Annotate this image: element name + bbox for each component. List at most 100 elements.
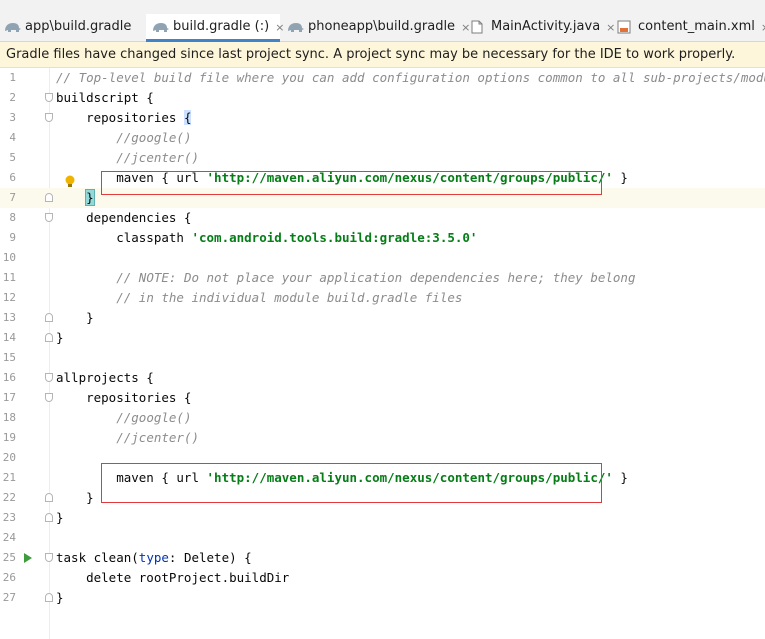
code-text: //jcenter() xyxy=(116,150,200,165)
code-line[interactable]: 3 repositories { xyxy=(0,108,765,128)
fold-marker-icon[interactable] xyxy=(45,113,53,122)
code-text: allprojects { xyxy=(56,370,154,385)
tab-phoneapp-build-gradle[interactable]: phoneapp\build.gradle × xyxy=(287,14,470,42)
close-icon[interactable]: × xyxy=(761,21,765,34)
line-number: 5 xyxy=(9,151,16,164)
fold-marker-icon[interactable] xyxy=(45,213,53,222)
line-number: 27 xyxy=(2,591,16,604)
tab-label: content_main.xml xyxy=(638,19,755,34)
code-text: repositories { xyxy=(56,110,192,125)
line-number: 13 xyxy=(2,311,16,324)
code-line[interactable]: 9 classpath 'com.android.tools.build:gra… xyxy=(0,228,765,248)
banner-text: Gradle files have changed since last pro… xyxy=(6,47,736,62)
code-line[interactable]: 12 // in the individual module build.gra… xyxy=(0,288,765,308)
intention-bulb-icon[interactable] xyxy=(65,174,75,188)
code-line[interactable]: 8 dependencies { xyxy=(0,208,765,228)
fold-marker-icon[interactable] xyxy=(45,93,53,102)
code-line[interactable]: 18 //google() xyxy=(0,408,765,428)
code-text: } xyxy=(56,490,94,505)
line-number: 15 xyxy=(2,351,16,364)
code-text: } xyxy=(85,189,95,206)
code-line[interactable]: 16 allprojects { xyxy=(0,368,765,388)
code-text: //google() xyxy=(116,410,192,425)
gradle-elephant-icon xyxy=(287,20,305,34)
code-line[interactable]: 15 xyxy=(0,348,765,368)
code-line[interactable]: 25 task clean(type: Delete) { xyxy=(0,548,765,568)
code-text: repositories { xyxy=(56,390,192,405)
tab-label: phoneapp\build.gradle xyxy=(308,19,456,34)
run-gutter-icon[interactable] xyxy=(24,553,32,563)
line-number: 8 xyxy=(9,211,16,224)
tab-label: build.gradle (:) xyxy=(173,19,270,34)
line-number: 21 xyxy=(2,471,16,484)
code-editor[interactable]: 1 // Top-level build file where you can a… xyxy=(0,68,765,639)
fold-marker-icon[interactable] xyxy=(45,313,53,322)
line-number: 4 xyxy=(9,131,16,144)
code-text: //google() xyxy=(116,130,192,145)
tab-mainactivity-java[interactable]: MainActivity.java × xyxy=(470,14,615,42)
fold-marker-icon[interactable] xyxy=(45,373,53,382)
code-line[interactable]: 11 // NOTE: Do not place your applicatio… xyxy=(0,268,765,288)
close-icon[interactable]: × xyxy=(461,21,470,34)
fold-marker-icon[interactable] xyxy=(45,493,53,502)
line-number: 3 xyxy=(9,111,16,124)
tab-content-main-xml[interactable]: content_main.xml × xyxy=(617,14,765,42)
code-text: //jcenter() xyxy=(116,430,200,445)
tab-label: app\build.gradle xyxy=(25,19,132,34)
line-number: 25 xyxy=(2,551,16,564)
line-number: 12 xyxy=(2,291,16,304)
fold-marker-icon[interactable] xyxy=(45,553,53,562)
gradle-elephant-icon xyxy=(4,20,22,34)
code-line[interactable]: 1 // Top-level build file where you can a… xyxy=(0,68,765,88)
tab-label: MainActivity.java xyxy=(491,19,601,34)
line-number: 16 xyxy=(2,371,16,384)
code-text: // NOTE: Do not place your application d… xyxy=(116,270,636,285)
line-number: 22 xyxy=(2,491,16,504)
tab-app-build-gradle[interactable]: app\build.gradle xyxy=(4,14,131,42)
line-number: 17 xyxy=(2,391,16,404)
line-number: 18 xyxy=(2,411,16,424)
line-number: 10 xyxy=(2,251,16,264)
code-line[interactable]: 27} xyxy=(0,588,765,608)
code-line[interactable]: 4 //google() xyxy=(0,128,765,148)
code-line[interactable]: 26 delete rootProject.buildDir xyxy=(0,568,765,588)
line-number: 9 xyxy=(9,231,16,244)
line-number: 26 xyxy=(2,571,16,584)
code-line[interactable]: 10 xyxy=(0,248,765,268)
code-line[interactable]: 17 repositories { xyxy=(0,388,765,408)
fold-marker-icon[interactable] xyxy=(45,393,53,402)
code-line[interactable]: 14} xyxy=(0,328,765,348)
line-number: 7 xyxy=(9,191,16,204)
fold-marker-icon[interactable] xyxy=(45,593,53,602)
line-number: 1 xyxy=(9,71,16,84)
close-icon[interactable]: × xyxy=(275,21,284,34)
xml-layout-icon xyxy=(617,20,635,34)
gradle-sync-banner: Gradle files have changed since last pro… xyxy=(0,42,765,68)
line-number: 6 xyxy=(9,171,16,184)
code-text: } xyxy=(56,310,94,325)
java-file-icon xyxy=(470,20,488,34)
code-text: buildscript { xyxy=(56,90,154,105)
code-text: classpath 'com.android.tools.build:gradl… xyxy=(56,230,478,245)
fold-marker-icon[interactable] xyxy=(45,193,53,202)
tab-root-build-gradle[interactable]: build.gradle (:) × xyxy=(146,14,284,42)
gradle-elephant-icon xyxy=(152,20,170,34)
code-line[interactable]: 2 buildscript { xyxy=(0,88,765,108)
code-text: // in the individual module build.gradle… xyxy=(116,290,463,305)
code-line[interactable]: 19 //jcenter() xyxy=(0,428,765,448)
fold-marker-icon[interactable] xyxy=(45,333,53,342)
line-number: 23 xyxy=(2,511,16,524)
fold-marker-icon[interactable] xyxy=(45,513,53,522)
close-icon[interactable]: × xyxy=(606,21,615,34)
code-text: } xyxy=(56,330,64,345)
code-text: dependencies { xyxy=(56,210,192,225)
code-line[interactable]: 23} xyxy=(0,508,765,528)
code-line[interactable]: 13 } xyxy=(0,308,765,328)
line-number: 11 xyxy=(2,271,16,284)
code-text: task clean(type: Delete) { xyxy=(56,550,252,565)
code-text: delete rootProject.buildDir xyxy=(56,570,290,585)
code-line[interactable]: 24 xyxy=(0,528,765,548)
code-line[interactable]: 5 //jcenter() xyxy=(0,148,765,168)
code-text: } xyxy=(56,510,64,525)
code-text: } xyxy=(56,590,64,605)
